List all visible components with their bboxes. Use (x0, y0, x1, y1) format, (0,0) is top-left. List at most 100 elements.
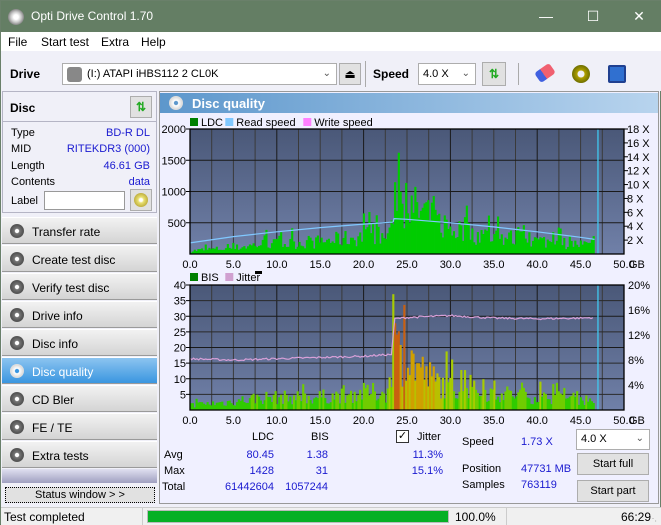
ldc-bar (197, 249, 200, 254)
bis-bar (478, 396, 481, 410)
y-tick-label-left: 2000 (162, 124, 186, 136)
bis-bar (392, 294, 395, 410)
ldc-bar (417, 217, 421, 254)
bis-bar (550, 404, 553, 410)
ldc-bar (588, 242, 592, 254)
bis-bar (447, 382, 450, 410)
x-tick-label: 45.0 (570, 259, 591, 271)
bis-bar (451, 359, 454, 410)
ldc-bar (388, 227, 391, 254)
bis-bar (335, 391, 338, 410)
bis-bar (375, 400, 378, 410)
bis-bar (337, 393, 340, 410)
bis-bar (520, 382, 524, 410)
bis-bar (443, 398, 446, 410)
bis-bar (281, 403, 285, 410)
legend-swatch (190, 273, 198, 281)
bis-bar (432, 366, 435, 410)
ldc-bar (531, 240, 535, 254)
ldc-bar (449, 226, 452, 254)
bis-bar (548, 399, 551, 410)
jitter-checkbox[interactable]: ✓ (396, 430, 409, 443)
ldc-bar (259, 245, 263, 254)
ldc-bar (213, 248, 217, 254)
bis-bar (289, 396, 292, 410)
bis-bar (357, 395, 360, 410)
resize-grip-icon[interactable]: ⋱ (649, 514, 657, 523)
ldc-bar (289, 238, 292, 254)
bis-bar (261, 404, 264, 410)
ldc-bar (537, 239, 540, 254)
x-tick-label: 25.0 (396, 415, 417, 427)
start-full-button[interactable]: Start full (577, 453, 649, 475)
status-bar: Test completed 100.0% 66:29 ⋱ (1, 507, 661, 525)
bis-bar (491, 389, 494, 410)
ldc-bar (359, 232, 362, 254)
speed-stat-value: 1.73 X (521, 436, 553, 448)
ldc-bar (467, 222, 470, 254)
bis-bar (449, 377, 452, 410)
ldc-bar (552, 232, 555, 254)
y-tick-label-right: 12% (628, 330, 650, 342)
bis-bar (497, 396, 500, 410)
x-tick-label: 40.0 (526, 259, 547, 271)
bis-bar (587, 401, 590, 410)
ldc-bar (243, 246, 246, 254)
ldc-bar (335, 231, 338, 254)
ldc-bar (543, 237, 546, 254)
test-speed-select[interactable]: 4.0 X ⌄ (576, 429, 650, 450)
progress-bar (147, 510, 449, 523)
bis-bar (309, 400, 312, 410)
avg-jitter: 11.3% (412, 449, 443, 461)
ldc-bar (373, 244, 376, 254)
bis-bar (386, 388, 389, 410)
ldc-bar (473, 242, 476, 254)
ldc-bar (438, 213, 441, 254)
ldc-bar (471, 228, 474, 254)
bis-bar (508, 390, 511, 410)
start-part-button[interactable]: Start part (577, 480, 649, 502)
ldc-bar (366, 227, 369, 254)
bis-bar (287, 401, 290, 410)
bis-bar (563, 387, 566, 410)
ldc-bar (493, 234, 496, 254)
bis-bar (210, 405, 213, 410)
ldc-bar (429, 220, 432, 254)
row-avg-label: Avg (164, 449, 183, 461)
bis-bar (241, 396, 244, 410)
bis-bar (517, 392, 520, 410)
bis-bar (513, 398, 516, 410)
ldc-bar (267, 247, 270, 254)
ldc-bar (561, 245, 564, 254)
bis-bar (322, 389, 325, 410)
ldc-bar (520, 231, 524, 254)
ldc-bar (248, 244, 251, 254)
bis-bar (331, 393, 334, 410)
bis-bar (283, 390, 286, 410)
samples-value: 763119 (521, 479, 557, 491)
bis-bar (484, 389, 487, 410)
bis-bar (223, 405, 226, 410)
bis-bar (581, 400, 584, 410)
bis-bar (410, 350, 413, 410)
ldc-bar (210, 249, 213, 254)
x-tick-label: 5.0 (226, 259, 241, 271)
ldc-bar (458, 221, 461, 254)
bis-bar (212, 401, 215, 410)
bis-bar (377, 398, 380, 410)
bis-bar (252, 393, 255, 410)
bis-bar (462, 391, 465, 410)
speed-stat-label: Speed (462, 436, 494, 448)
bis-bar (590, 401, 593, 410)
legend-label: Write speed (314, 117, 373, 129)
ldc-bar (246, 246, 250, 254)
bis-bar (438, 377, 441, 410)
ldc-bar (348, 244, 351, 254)
ldc-bar (375, 215, 378, 254)
bis-bar (342, 385, 345, 410)
bis-bar (388, 377, 391, 410)
ldc-bar (390, 220, 393, 254)
x-axis-unit-label: GB (629, 259, 645, 271)
ldc-bar (364, 229, 367, 254)
bis-bar (320, 397, 323, 410)
